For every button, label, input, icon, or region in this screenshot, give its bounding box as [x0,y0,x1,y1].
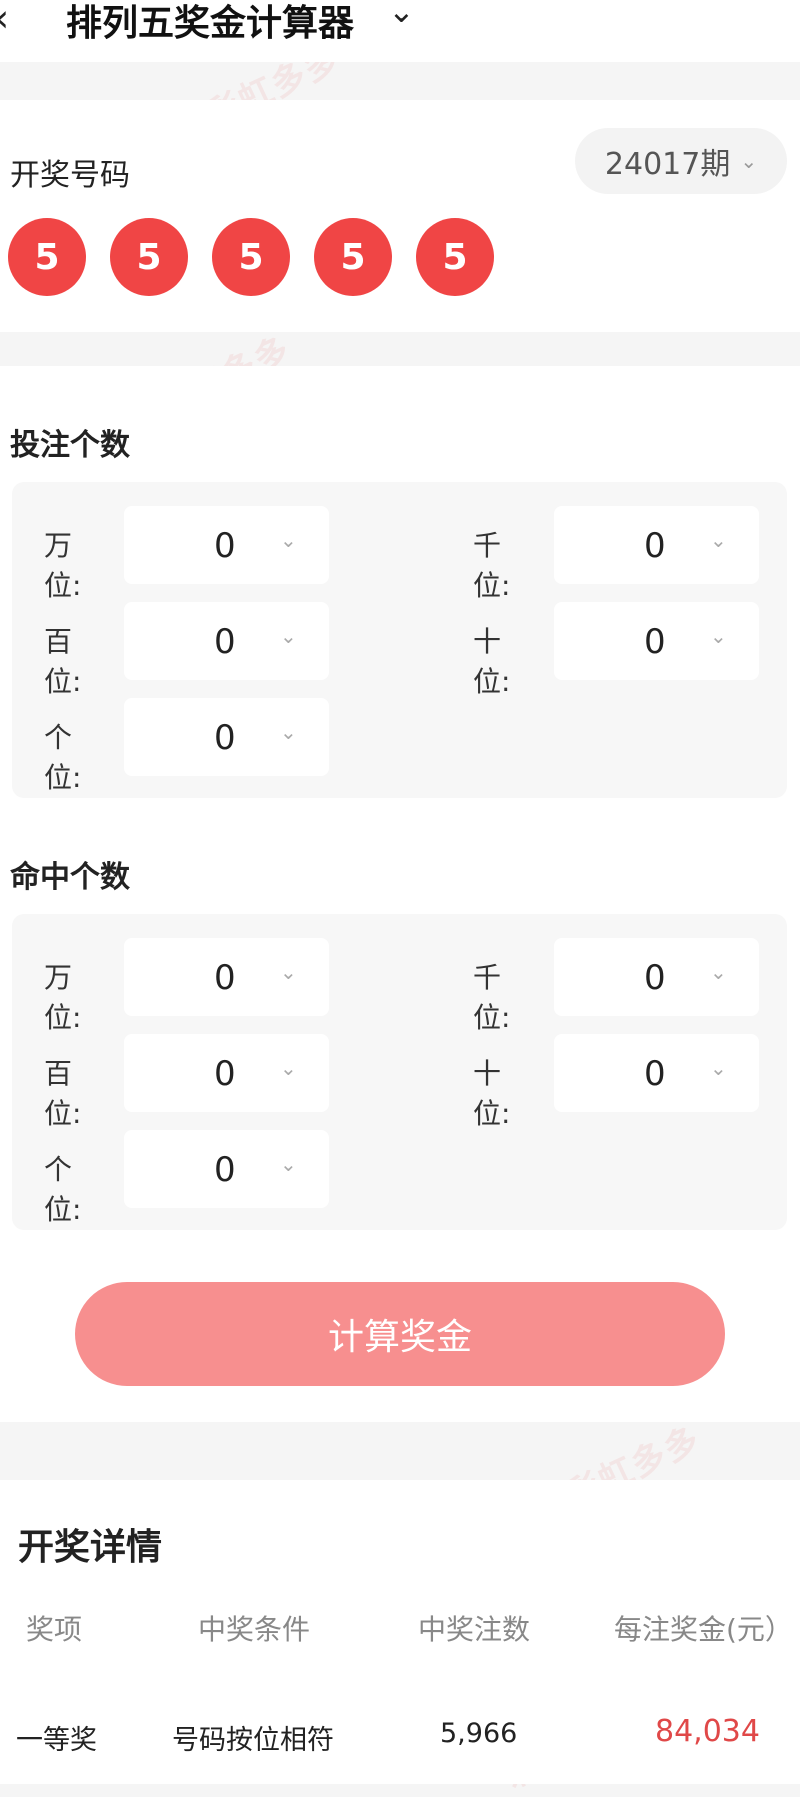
back-icon[interactable]: ‹ [0,0,9,40]
select-value: 0 [214,1150,236,1190]
hit-select-shi[interactable]: 0 ⌄ [554,1034,759,1112]
select-value: 0 [644,526,666,566]
bet-select-qian[interactable]: 0 ⌄ [554,506,759,584]
field-label: 万位: [44,529,82,602]
select-value: 0 [214,622,236,662]
bet-count-title: 投注个数 [10,428,130,463]
field-label: 万位: [44,961,82,1034]
draw-label: 开奖号码 [10,158,130,193]
row-prize: 一等奖 [16,1725,97,1756]
bet-count-panel: 万位: 0 ⌄ 千位: 0 ⌄ 百位: 0 ⌄ 十位: 0 ⌄ 个位: 0 ⌄ [12,482,787,798]
chevron-down-icon[interactable]: ⌄ [388,0,415,30]
draw-ball: 5 [416,218,494,296]
chevron-down-icon: ⌄ [280,960,297,984]
chevron-down-icon: ⌄ [710,528,727,552]
field-label: 百位: [44,625,82,698]
select-value: 0 [214,1054,236,1094]
select-value: 0 [214,718,236,758]
chevron-down-icon: ⌄ [280,1152,297,1176]
hit-select-bai[interactable]: 0 ⌄ [124,1034,329,1112]
page-title: 排列五奖金计算器 [66,3,355,44]
chevron-down-icon: ⌄ [280,720,297,744]
chevron-down-icon: ⌄ [280,528,297,552]
column-header-condition: 中奖条件 [198,1613,311,1646]
hit-count-panel: 万位: 0 ⌄ 千位: 0 ⌄ 百位: 0 ⌄ 十位: 0 ⌄ 个位: 0 ⌄ [12,914,787,1230]
row-count: 5,966 [440,1718,518,1749]
draw-ball: 5 [8,218,86,296]
bet-select-bai[interactable]: 0 ⌄ [124,602,329,680]
chevron-down-icon: ⌄ [710,624,727,648]
calculate-button[interactable]: 计算奖金 [75,1282,725,1386]
field-label: 个位: [44,1153,82,1226]
field-label: 百位: [44,1057,82,1130]
field-label: 千位: [473,529,511,602]
bet-select-wan[interactable]: 0 ⌄ [124,506,329,584]
bet-select-ge[interactable]: 0 ⌄ [124,698,329,776]
field-label: 十位: [473,1057,511,1130]
details-title: 开奖详情 [18,1527,163,1568]
hit-count-title: 命中个数 [10,860,130,895]
column-header-prize: 奖项 [26,1613,83,1646]
select-value: 0 [644,958,666,998]
select-value: 0 [214,958,236,998]
draw-ball: 5 [314,218,392,296]
chevron-down-icon: ⌄ [280,624,297,648]
field-label: 个位: [44,721,82,794]
chevron-down-icon: ⌄ [740,149,758,173]
draw-ball: 5 [212,218,290,296]
chevron-down-icon: ⌄ [710,1056,727,1080]
column-header-amount: 每注奖金(元） [614,1613,793,1646]
draw-balls: 5 5 5 5 5 [8,218,494,296]
field-label: 十位: [473,625,511,698]
field-label: 千位: [473,961,511,1034]
app-header: ‹ 排列五奖金计算器 ⌄ [0,0,800,62]
select-value: 0 [644,622,666,662]
chevron-down-icon: ⌄ [710,960,727,984]
issue-selector[interactable]: 24017期 ⌄ [575,128,787,194]
select-value: 0 [214,526,236,566]
hit-select-wan[interactable]: 0 ⌄ [124,938,329,1016]
row-amount: 84,034 [655,1714,760,1749]
hit-select-ge[interactable]: 0 ⌄ [124,1130,329,1208]
issue-value: 24017期 [604,147,731,182]
chevron-down-icon: ⌄ [280,1056,297,1080]
column-header-count: 中奖注数 [418,1613,531,1646]
bet-select-shi[interactable]: 0 ⌄ [554,602,759,680]
hit-select-qian[interactable]: 0 ⌄ [554,938,759,1016]
draw-ball: 5 [110,218,188,296]
select-value: 0 [644,1054,666,1094]
row-condition: 号码按位相符 [172,1725,334,1756]
